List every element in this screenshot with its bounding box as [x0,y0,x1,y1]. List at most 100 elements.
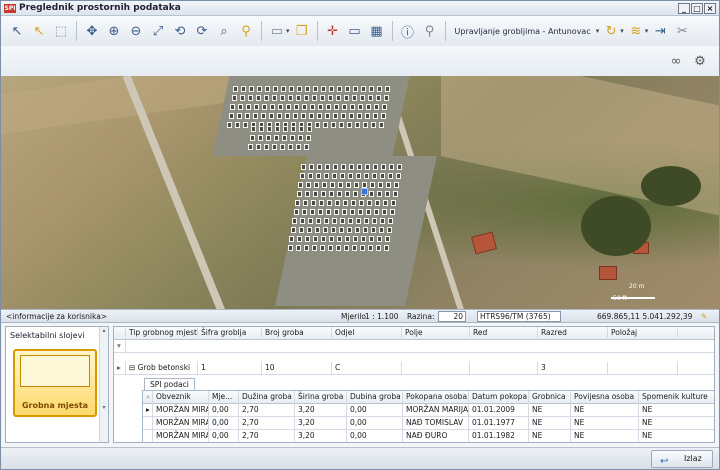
zoom-out-icon[interactable]: ⊖ [126,20,146,42]
grave-plot [335,200,340,206]
measure-icon[interactable]: ▭ [345,20,365,42]
grave-plot [239,95,245,101]
scale-label-ft: 50 ft [613,295,627,302]
zoom-extent-icon[interactable]: ⤢ [148,20,168,42]
zoom-next-icon[interactable]: ⟳ [192,20,212,42]
table-cell: NAĐ ĐURO [403,430,469,442]
cursor-cross-icon[interactable]: ✛ [323,20,343,42]
grave-plot [319,95,325,101]
chevron-down-icon[interactable]: ▾ [596,27,600,35]
filter-row[interactable]: ▾ [114,340,714,353]
grave-plot [369,236,374,242]
col-header[interactable]: Polje [402,327,470,340]
table-row[interactable]: ▸ MORŽAN MIRA 0,00 2,70 3,20 0,00 MORŽAN MARIJ… [143,404,714,417]
grave-plot [322,227,328,233]
grave-plot [371,173,377,179]
minimize-button[interactable]: _ [678,3,690,14]
grave-plot [354,182,359,188]
exit-button[interactable]: ↩ Izlaz [651,450,713,468]
stack-icon[interactable]: ≋ [626,20,646,42]
table-row[interactable]: MORŽAN MIRA 0,00 2,70 3,20 0,00 NAĐ ĐURO 01.01… [143,430,714,442]
chevron-down-icon[interactable]: ▾ [645,27,649,35]
table-cell: 01.01.1977 [469,417,529,430]
grave-plot [319,245,325,251]
col-header[interactable]: Širina groba [295,391,347,404]
col-header[interactable]: Broj groba [262,327,332,340]
layers-icon[interactable]: ❐ [292,20,312,42]
level-input[interactable]: 20 [438,311,466,322]
swirl-icon[interactable]: ↻ [601,20,621,42]
grave-plot [320,191,326,197]
find-icon[interactable]: ⚲ [420,20,440,42]
grave-plot [342,104,347,110]
col-header[interactable]: Grobnica [529,391,571,404]
layer-tile-grobna-mjesta[interactable]: Grobna mjesta [13,349,97,417]
pencil-icon[interactable]: ✎ [701,312,707,321]
window-title: Preglednik prostornih podataka [19,3,181,13]
select-yellow-icon[interactable]: ↖ [29,20,49,42]
zoom-select-icon[interactable]: ⚲ [236,20,256,42]
pan-icon[interactable]: ✥ [82,20,102,42]
table-row[interactable]: MORŽAN MIRA 0,00 2,70 3,20 0,00 NAĐ TOMISLAV 0… [143,417,714,430]
zoom-layer-icon[interactable]: ⌕ [214,20,234,42]
selected-grave[interactable] [361,188,368,195]
grave-plot [271,95,277,101]
expand-icon[interactable]: ⊟ [129,363,138,372]
col-header[interactable]: Dubina groba [347,391,403,404]
grave-plot [365,209,371,215]
tab-spi-podaci[interactable]: SPI podaci [144,378,195,390]
print-icon[interactable]: ▦ [367,20,387,42]
maximize-button[interactable]: □ [691,3,703,14]
col-header[interactable]: Tip grobnog mjesta [126,327,198,340]
grave-plot [259,126,264,132]
grave-plot [333,209,339,215]
grave-plot [388,218,393,224]
zoom-in-icon[interactable]: ⊕ [104,20,124,42]
export-icon[interactable]: ⇥ [650,20,670,42]
col-header[interactable]: Datum pokopa [469,391,529,404]
col-header[interactable]: Obveznik [153,391,209,404]
col-header[interactable]: Spomenik kulture [639,391,714,404]
grave-plot [316,113,322,119]
cell-odjel: C [332,362,402,375]
layers-scrollbar[interactable]: ▴ ▾ [99,327,108,442]
grave-plot [236,113,242,119]
grave-plot [295,200,300,206]
grave-plot [309,164,314,170]
col-header[interactable]: Razred [538,327,608,340]
close-button[interactable]: × [704,3,716,14]
crs-select[interactable]: HTRS96/TM (3765) [477,311,561,322]
grave-plot [372,218,377,224]
grave-plot [370,182,375,188]
main-window: SPI Preglednik prostornih podataka _ □ ×… [0,0,720,470]
grave-plot [304,144,309,150]
col-header[interactable]: Dužina groba [239,391,295,404]
table-row[interactable]: ▸ ⊟ Grob betonski 1 10 C 3 [114,362,714,375]
cemetery-selector[interactable]: Upravljanje grobljima - Antunovac [455,27,591,36]
link-icon[interactable]: ∞ [665,50,687,72]
chevron-down-icon[interactable]: ▾ [620,27,624,35]
scale-value: 1 : 1.100 [365,312,399,321]
chevron-down-icon[interactable]: ▾ [286,27,290,35]
row-indicator-icon [143,417,153,430]
page-icon[interactable]: ▭ [267,20,287,42]
select-box-icon[interactable]: ⬚ [51,20,71,42]
col-header[interactable]: Položaj [608,327,678,340]
table-cell: NAĐ TOMISLAV [403,417,469,430]
col-header[interactable]: Red [470,327,538,340]
tools-icon[interactable]: ✂ [672,20,692,42]
zoom-prev-icon[interactable]: ⟲ [170,20,190,42]
select-arrow-icon[interactable]: ↖ [7,20,27,42]
settings-icon[interactable]: ⚙ [689,50,711,72]
col-header[interactable]: Povijesna osoba [571,391,639,404]
col-header[interactable]: Odjel [332,327,402,340]
info-icon[interactable]: ⓘ [398,20,418,42]
col-header[interactable]: Pokopana osoba [403,391,469,404]
road [122,76,228,309]
grave-plot [383,200,388,206]
map-view[interactable]: 20 m 50 ft [1,76,719,309]
col-header[interactable]: Šifra groblja [198,327,262,340]
trees [641,166,701,206]
col-header[interactable]: Mje... [209,391,239,404]
grave-plot [359,95,365,101]
